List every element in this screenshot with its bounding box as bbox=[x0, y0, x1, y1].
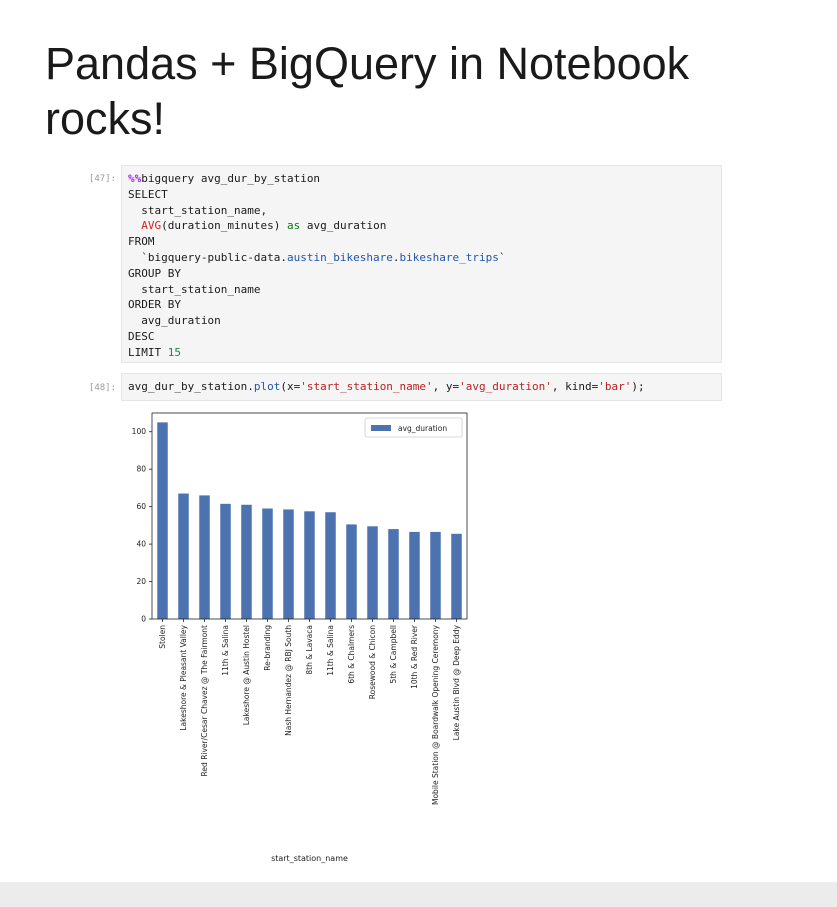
x-tick-label: 8th & Lavaca bbox=[305, 625, 314, 675]
bar bbox=[241, 504, 252, 619]
bar bbox=[220, 503, 231, 619]
legend-swatch bbox=[371, 425, 391, 431]
y-tick-label: 100 bbox=[132, 427, 147, 436]
bar bbox=[325, 512, 336, 619]
bar bbox=[262, 508, 273, 619]
bar bbox=[199, 495, 210, 619]
x-tick-label: Lakeshore @ Austin Hostel bbox=[242, 625, 251, 725]
x-tick-label: 11th & Salina bbox=[221, 625, 230, 676]
bar bbox=[409, 531, 420, 619]
bar bbox=[178, 493, 189, 619]
x-tick-label: Rosewood & Chicon bbox=[368, 625, 377, 699]
x-tick-label: 11th & Salina bbox=[326, 625, 335, 676]
bar bbox=[430, 531, 441, 619]
bar bbox=[388, 529, 399, 619]
bar bbox=[304, 511, 315, 619]
x-tick-label: Lake Austin Blvd @ Deep Eddy bbox=[452, 624, 461, 740]
x-tick-label: Re-branding bbox=[263, 625, 272, 671]
bottom-bar bbox=[0, 882, 837, 907]
bar-chart: Stolen Lakeshore & Pleasant Valley Red Riv… bbox=[132, 412, 468, 863]
y-tick-label: 0 bbox=[141, 615, 146, 624]
x-tick-label: Red River/Cesar Chavez @ The Fairmont bbox=[200, 625, 209, 776]
x-tick-label: Stolen bbox=[158, 625, 167, 649]
y-tick-label: 80 bbox=[136, 465, 146, 474]
x-tick-label: 10th & Red River bbox=[410, 624, 419, 689]
y-tick-label: 20 bbox=[136, 577, 146, 586]
x-tick-label: Lakeshore & Pleasant Valley bbox=[179, 624, 188, 730]
x-tick-label: 6th & Chalmers bbox=[347, 625, 356, 684]
bar bbox=[283, 509, 294, 619]
bar bbox=[451, 533, 462, 619]
bar bbox=[367, 526, 378, 619]
y-tick-label: 40 bbox=[136, 540, 146, 549]
x-tick-label: Mobile Station @ Boardwalk Opening Cerem… bbox=[431, 624, 440, 805]
x-axis-label: start_station_name bbox=[271, 854, 348, 863]
bar bbox=[346, 524, 357, 619]
bar bbox=[157, 422, 168, 619]
x-tick-label: Nash Hernandez @ RBJ South bbox=[284, 625, 293, 736]
x-tick-label: 5th & Campbell bbox=[389, 625, 398, 684]
y-tick-label: 60 bbox=[136, 502, 146, 511]
legend-label: avg_duration bbox=[398, 424, 447, 433]
